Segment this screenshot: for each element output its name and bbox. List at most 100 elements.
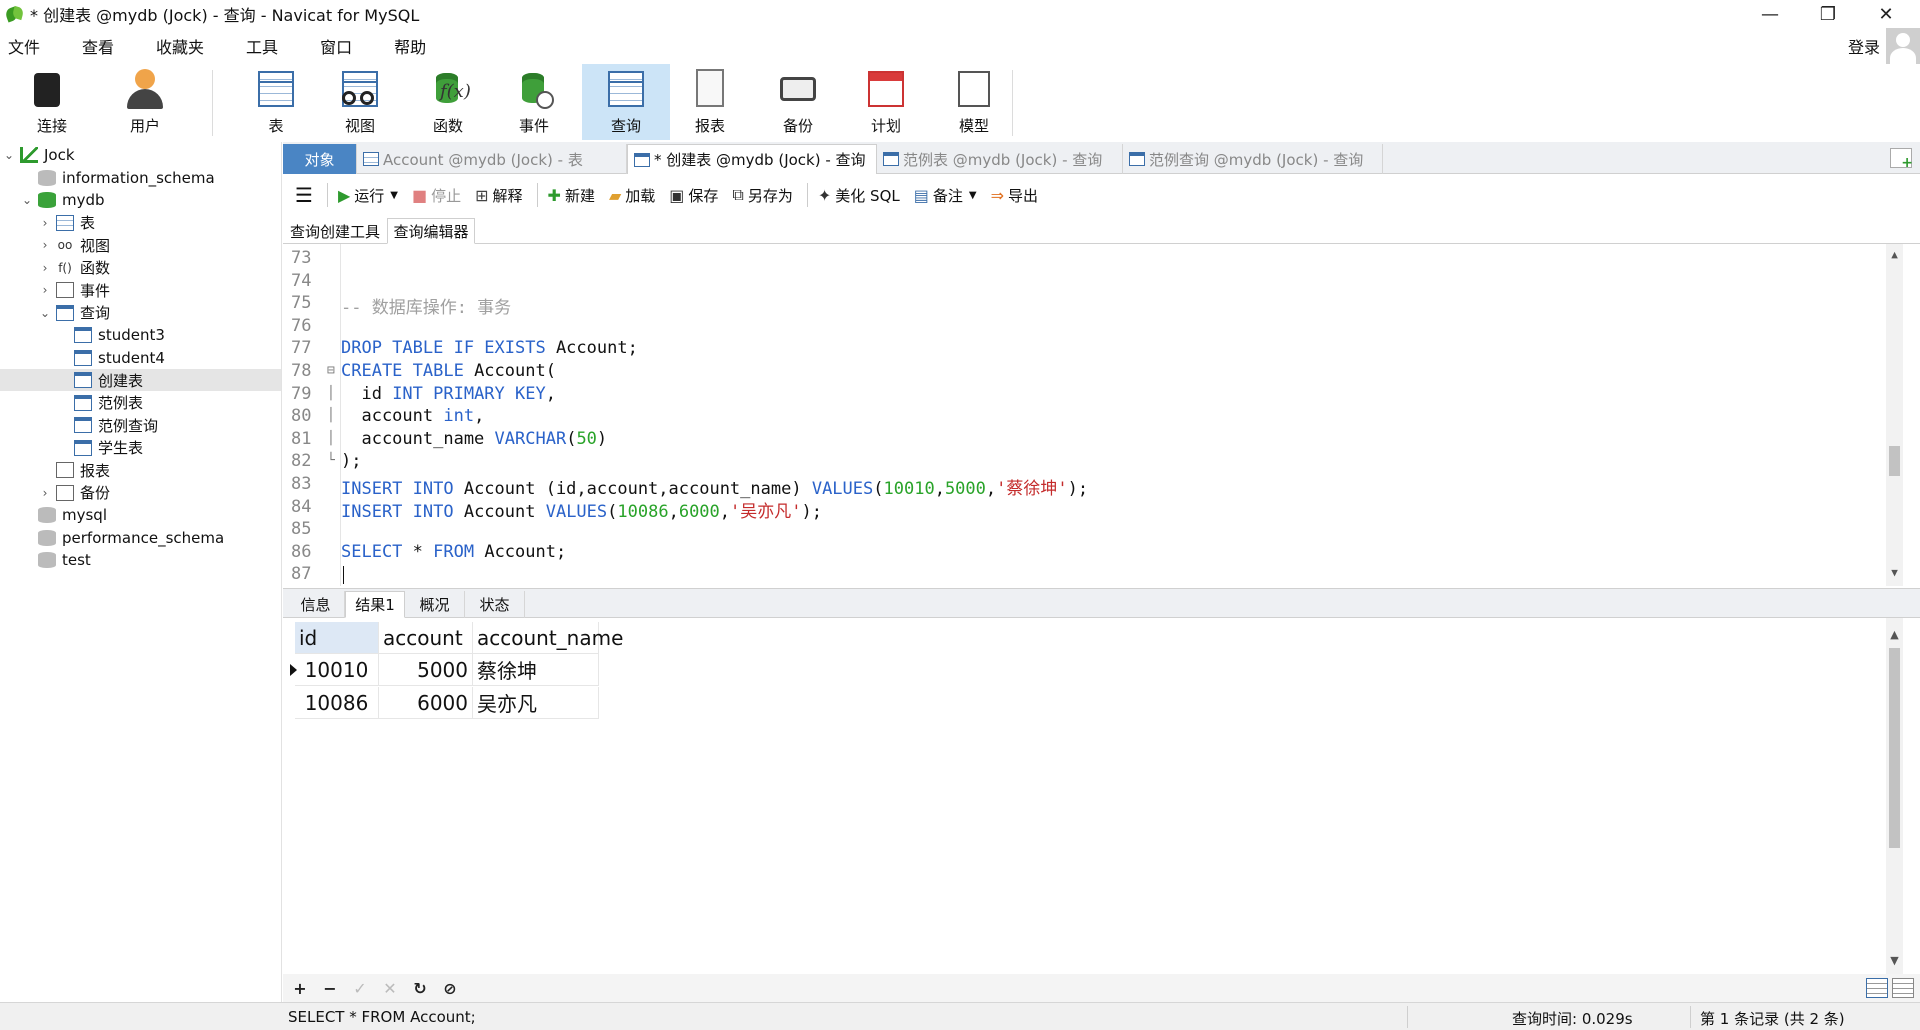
- 保存-button[interactable]: ▣ 保存: [669, 185, 718, 206]
- discard-button[interactable]: ✕: [375, 979, 405, 998]
- minimize-button[interactable]: —: [1742, 0, 1798, 28]
- tree-item-范例表[interactable]: 范例表: [0, 392, 281, 414]
- menu-item-5[interactable]: 帮助: [382, 34, 438, 58]
- expand-chevron-icon[interactable]: ⌄: [38, 306, 52, 320]
- restore-button[interactable]: ❐: [1800, 0, 1856, 28]
- collapse-chevron-icon[interactable]: ›: [38, 486, 52, 500]
- 运行-button[interactable]: ▶ 运行 ▼: [338, 185, 398, 206]
- menu-item-1[interactable]: 查看: [70, 34, 126, 58]
- grid-cell[interactable]: 吴亦凡: [473, 687, 599, 719]
- delete-record-button[interactable]: −: [315, 979, 345, 998]
- result-tab-0[interactable]: 信息: [287, 591, 345, 618]
- menu-item-2[interactable]: 收藏夹: [144, 34, 216, 58]
- menu-item-0[interactable]: 文件: [0, 34, 52, 58]
- close-button[interactable]: ✕: [1858, 0, 1914, 28]
- model-toolbar-button[interactable]: 模型: [934, 64, 1014, 140]
- document-tab-3[interactable]: 范例表 @mydb (Jock) - 查询: [877, 144, 1123, 174]
- column-header-account_name[interactable]: account_name: [473, 622, 623, 654]
- scroll-up-icon[interactable]: ▲: [1886, 628, 1903, 645]
- hamburger-menu-icon[interactable]: ☰: [295, 183, 313, 207]
- fold-toggle-icon[interactable]: ⊟: [327, 363, 339, 378]
- scroll-down-icon[interactable]: ▼: [1886, 954, 1903, 971]
- tree-item-student4[interactable]: student4: [0, 347, 281, 369]
- grid-cell[interactable]: 10086: [295, 687, 379, 719]
- scroll-thumb[interactable]: [1889, 648, 1900, 848]
- document-tab-1[interactable]: Account @mydb (Jock) - 表: [357, 144, 627, 174]
- view-toolbar-button[interactable]: 视图: [320, 64, 400, 140]
- user-avatar-icon[interactable]: [1886, 28, 1920, 64]
- tree-item-创建表[interactable]: 创建表: [0, 369, 281, 391]
- connection-toolbar-button[interactable]: 连接: [14, 64, 90, 140]
- 新建-button[interactable]: ✚ 新建: [548, 185, 595, 206]
- table-toolbar-button[interactable]: 表: [236, 64, 316, 140]
- tree-item-Jock[interactable]: ⌄ Jock: [0, 144, 281, 166]
- collapse-chevron-icon[interactable]: ›: [38, 216, 52, 230]
- collapse-chevron-icon[interactable]: ›: [38, 283, 52, 297]
- stop-button[interactable]: ⊘: [435, 979, 465, 998]
- tree-item-查询[interactable]: ⌄ 查询: [0, 302, 281, 324]
- 加载-button[interactable]: ▰ 加载: [609, 185, 655, 206]
- dropdown-arrow-icon[interactable]: ▼: [969, 190, 977, 201]
- tree-item-mydb[interactable]: ⌄ mydb: [0, 189, 281, 211]
- editor-tab-0[interactable]: 查询创建工具: [287, 218, 383, 244]
- tree-item-information_schema[interactable]: information_schema: [0, 167, 281, 189]
- tree-item-视图[interactable]: › oo 视图: [0, 234, 281, 256]
- scroll-thumb[interactable]: [1889, 446, 1900, 476]
- column-header-account[interactable]: account: [379, 622, 473, 654]
- grid-scrollbar[interactable]: ▲ ▼: [1886, 618, 1903, 974]
- 解释-button[interactable]: ⊞ 解释: [475, 185, 522, 206]
- sql-editor[interactable]: 73 74 75 76 77 78 ⊟ 79 │ 80 │ 81 │ 82 └ 83 84 85 86 87 -- 数…: [283, 244, 1903, 586]
- result-grid[interactable]: ▲ ▼ id account account_name 10010 5000 蔡徐坤 100…: [283, 618, 1903, 974]
- tree-item-学生表[interactable]: 学生表: [0, 437, 281, 459]
- backup-toolbar-button[interactable]: 备份: [758, 64, 838, 140]
- tree-item-报表[interactable]: 报表: [0, 459, 281, 481]
- tree-item-表[interactable]: › 表: [0, 212, 281, 234]
- schedule-toolbar-button[interactable]: 计划: [846, 64, 926, 140]
- grid-view-icon[interactable]: [1866, 978, 1888, 998]
- result-tab-3[interactable]: 状态: [465, 591, 525, 618]
- editor-scrollbar[interactable]: ▲ ▼: [1886, 244, 1903, 586]
- add-record-button[interactable]: +: [285, 979, 315, 998]
- scroll-down-icon[interactable]: ▼: [1886, 566, 1903, 583]
- 美化-SQL-button[interactable]: ✦ 美化 SQL: [818, 185, 900, 206]
- editor-tab-1[interactable]: 查询编辑器: [387, 218, 475, 244]
- grid-cell[interactable]: 5000: [379, 654, 473, 686]
- refresh-button[interactable]: ↻: [405, 979, 435, 998]
- column-header-id[interactable]: id: [295, 622, 379, 654]
- expand-chevron-icon[interactable]: ⌄: [20, 193, 34, 207]
- 导出-button[interactable]: ⇒ 导出: [991, 185, 1038, 206]
- tree-item-事件[interactable]: › 事件: [0, 279, 281, 301]
- tree-item-范例查询[interactable]: 范例查询: [0, 414, 281, 436]
- 备注-button[interactable]: ▤ 备注 ▼: [914, 185, 977, 206]
- report-toolbar-button[interactable]: 报表: [670, 64, 750, 140]
- result-tab-1[interactable]: 结果1: [345, 591, 405, 618]
- tree-item-mysql[interactable]: mysql: [0, 504, 281, 526]
- function-toolbar-button[interactable]: f(x) 函数: [408, 64, 488, 140]
- document-tab-4[interactable]: 范例查询 @mydb (Jock) - 查询: [1123, 144, 1383, 174]
- login-link[interactable]: 登录: [1848, 34, 1880, 58]
- grid-cell[interactable]: 6000: [379, 687, 473, 719]
- scroll-up-icon[interactable]: ▲: [1886, 248, 1903, 265]
- query-toolbar-button[interactable]: 查询: [582, 64, 670, 140]
- tree-item-函数[interactable]: › f() 函数: [0, 257, 281, 279]
- user-toolbar-button[interactable]: 用户: [110, 64, 180, 140]
- tree-item-student3[interactable]: student3: [0, 324, 281, 346]
- menu-item-4[interactable]: 窗口: [308, 34, 364, 58]
- tree-item-备份[interactable]: › 备份: [0, 482, 281, 504]
- tree-item-performance_schema[interactable]: performance_schema: [0, 527, 281, 549]
- form-view-icon[interactable]: [1892, 978, 1914, 998]
- collapse-chevron-icon[interactable]: ›: [38, 238, 52, 252]
- document-tab-0[interactable]: 对象: [283, 144, 357, 174]
- document-tab-2[interactable]: * 创建表 @mydb (Jock) - 查询: [627, 144, 877, 174]
- grid-cell[interactable]: 10010: [295, 654, 379, 686]
- event-toolbar-button[interactable]: 事件: [494, 64, 574, 140]
- result-tab-2[interactable]: 概况: [405, 591, 465, 618]
- expand-chevron-icon[interactable]: ⌄: [2, 148, 16, 162]
- new-tab-icon[interactable]: [1890, 148, 1913, 171]
- apply-button[interactable]: ✓: [345, 979, 375, 998]
- grid-cell[interactable]: 蔡徐坤: [473, 654, 599, 686]
- 停止-button[interactable]: ■ 停止: [412, 185, 461, 206]
- tree-item-test[interactable]: test: [0, 549, 281, 571]
- menu-item-3[interactable]: 工具: [234, 34, 290, 58]
- 另存为-button[interactable]: ⧉ 另存为: [732, 185, 792, 206]
